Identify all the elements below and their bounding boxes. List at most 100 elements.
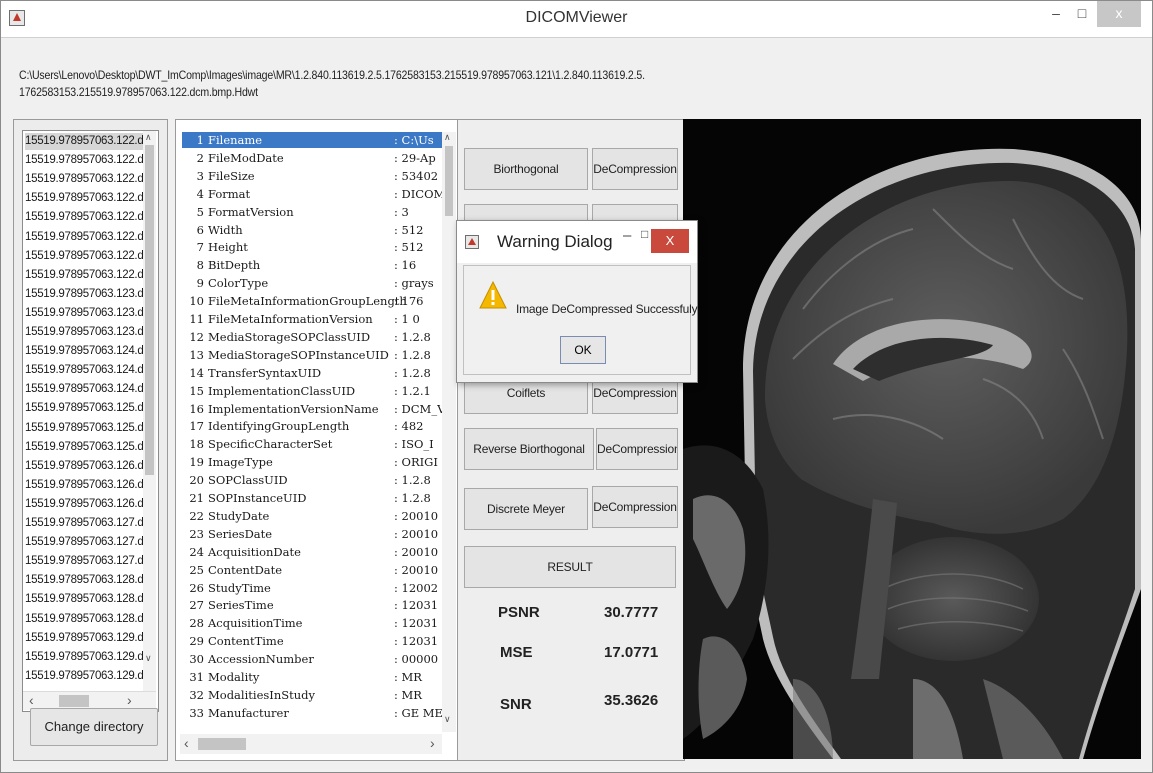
file-list-item[interactable]: 15519.978957063.122.dcm xyxy=(25,190,143,207)
scroll-down-icon[interactable]: ∨ xyxy=(145,653,152,664)
dicom-info-row[interactable]: 13 MediaStorageSOPInstanceUID: 1.2.8 xyxy=(182,347,442,363)
dicom-info-row[interactable]: 15 ImplementationClassUID: 1.2.1 xyxy=(182,383,442,399)
dicom-info-row[interactable]: 2 FileModDate: 29-Ap xyxy=(182,150,442,166)
dicom-info-key: 33 Manufacturer xyxy=(188,705,288,721)
dicom-info-key-text: ImplementationVersionName xyxy=(208,401,379,416)
dicom-info-row[interactable]: 11 FileMetaInformationVersion: 1 0 xyxy=(182,311,442,327)
file-list-hscroll-thumb[interactable] xyxy=(59,695,89,707)
dicom-info-row[interactable]: 31 Modality: MR xyxy=(182,669,442,685)
scroll-left-icon[interactable]: ‹ xyxy=(29,692,34,708)
file-list-item[interactable]: 15519.978957063.122.dcm xyxy=(25,171,143,188)
file-list-item[interactable]: 15519.978957063.129.dcm xyxy=(25,630,143,647)
file-list-item[interactable]: 15519.978957063.129.dcm xyxy=(25,649,143,666)
file-list-item[interactable]: 15519.978957063.128.dcm xyxy=(25,572,143,589)
maximize-button[interactable]: □ xyxy=(1069,1,1095,27)
dicom-info-row[interactable]: 9 ColorType: grays xyxy=(182,275,442,291)
dicom-info-row[interactable]: 32 ModalitiesInStudy: MR xyxy=(182,687,442,703)
file-list-vertical-scrollbar[interactable]: ∧ ∨ xyxy=(143,131,156,691)
file-list-item[interactable]: 15519.978957063.124.dcm xyxy=(25,343,143,360)
dicom-info-row[interactable]: 8 BitDepth: 16 xyxy=(182,257,442,273)
dicom-info-row[interactable]: 17 IdentifyingGroupLength: 482 xyxy=(182,418,442,434)
dicom-info-row[interactable]: 5 FormatVersion: 3 xyxy=(182,204,442,220)
file-list-item[interactable]: 15519.978957063.122.dcm xyxy=(25,133,143,150)
dicom-info-value: : 1 0 xyxy=(394,312,420,326)
dicom-info-row[interactable]: 27 SeriesTime: 12031 xyxy=(182,597,442,613)
file-list-item[interactable]: 15519.978957063.124.dcm xyxy=(25,381,143,398)
dicom-info-row[interactable]: 23 SeriesDate: 20010 xyxy=(182,526,442,542)
dicom-info-row[interactable]: 14 TransferSyntaxUID: 1.2.8 xyxy=(182,365,442,381)
scroll-up-icon[interactable]: ∧ xyxy=(145,132,152,143)
scroll-right-icon[interactable]: › xyxy=(127,692,132,708)
dicom-info-row[interactable]: 1 Filename: C:\Us xyxy=(182,132,442,148)
warning-message: Image DeCompressed Successfuly xyxy=(516,302,698,316)
file-list-item[interactable]: 15519.978957063.126.dcm xyxy=(25,458,143,475)
dicom-info-row[interactable]: 7 Height: 512 xyxy=(182,239,442,255)
biorthogonal-decompression-button[interactable]: DeCompression xyxy=(592,148,678,190)
dialog-maximize-button[interactable]: □ xyxy=(641,227,648,241)
info-vertical-scrollbar[interactable]: ∧ ∨ xyxy=(442,132,456,732)
info-horizontal-scrollbar[interactable]: ‹ › xyxy=(180,734,442,754)
scroll-right-icon[interactable]: › xyxy=(430,735,435,751)
discrete-meyer-decompression-button[interactable]: DeCompression xyxy=(592,486,678,528)
dicom-info-row[interactable]: 30 AccessionNumber: 00000 xyxy=(182,651,442,667)
dicom-info-index: 6 xyxy=(196,222,204,237)
scroll-left-icon[interactable]: ‹ xyxy=(184,735,189,751)
file-listbox[interactable]: ∧ ∨ ‹ › 15519.978957063.122.dcm 15519.978… xyxy=(22,130,159,712)
dicom-info-row[interactable]: 26 StudyTime: 12002 xyxy=(182,580,442,596)
file-list-item[interactable]: 15519.978957063.128.dcm xyxy=(25,611,143,628)
dicom-info-row[interactable]: 28 AcquisitionTime: 12031 xyxy=(182,615,442,631)
file-list-item[interactable]: 15519.978957063.125.dcm xyxy=(25,439,143,456)
dicom-info-row[interactable]: 10 FileMetaInformationGroupLength: 176 xyxy=(182,293,442,309)
dicom-info-row[interactable]: 33 Manufacturer: GE ME xyxy=(182,705,442,721)
file-list-item[interactable]: 15519.978957063.126.dcm xyxy=(25,477,143,494)
file-list-item[interactable]: 15519.978957063.126.dcm xyxy=(25,496,143,513)
file-list-item[interactable]: 15519.978957063.125.dcm xyxy=(25,400,143,417)
file-list-item[interactable]: 15519.978957063.127.dcm xyxy=(25,534,143,551)
ok-button[interactable]: OK xyxy=(560,336,606,364)
change-directory-button[interactable]: Change directory xyxy=(30,708,158,746)
file-list-item[interactable]: 15519.978957063.127.dcm xyxy=(25,553,143,570)
dialog-minimize-button[interactable]: – xyxy=(623,227,631,244)
dicom-info-row[interactable]: 6 Width: 512 xyxy=(182,222,442,238)
file-list-item[interactable]: 15519.978957063.122.dcm xyxy=(25,267,143,284)
dicom-info-row[interactable]: 29 ContentTime: 12031 xyxy=(182,633,442,649)
file-list-item[interactable]: 15519.978957063.127.dcm xyxy=(25,515,143,532)
file-list-item[interactable]: 15519.978957063.128.dcm xyxy=(25,591,143,608)
dialog-close-button[interactable]: X xyxy=(651,229,689,253)
dicom-info-row[interactable]: 18 SpecificCharacterSet: ISO_I xyxy=(182,436,442,452)
file-list-item[interactable]: 15519.978957063.122.dcm xyxy=(25,209,143,226)
file-list-item[interactable]: 15519.978957063.129.dcm xyxy=(25,668,143,685)
discrete-meyer-button[interactable]: Discrete Meyer xyxy=(464,488,588,530)
file-list-item[interactable]: 15519.978957063.125.dcm xyxy=(25,420,143,437)
dicom-info-row[interactable]: 20 SOPClassUID: 1.2.8 xyxy=(182,472,442,488)
info-hscroll-thumb[interactable] xyxy=(198,738,246,750)
dicom-info-row[interactable]: 25 ContentDate: 20010 xyxy=(182,562,442,578)
reverse-biorthogonal-button[interactable]: Reverse Biorthogonal xyxy=(464,428,594,470)
dicom-info-row[interactable]: 16 ImplementationVersionName: DCM_V xyxy=(182,401,442,417)
file-list-item[interactable]: 15519.978957063.122.dcm xyxy=(25,229,143,246)
dicom-info-key-text: SeriesDate xyxy=(208,526,273,541)
dicom-info-key-text: ContentTime xyxy=(208,634,284,649)
dicom-info-row[interactable]: 21 SOPInstanceUID: 1.2.8 xyxy=(182,490,442,506)
dicom-info-row[interactable]: 4 Format: DICOM xyxy=(182,186,442,202)
minimize-button[interactable]: – xyxy=(1043,1,1069,27)
file-list-item[interactable]: 15519.978957063.123.dcm xyxy=(25,324,143,341)
file-list-item[interactable]: 15519.978957063.122.dcm xyxy=(25,248,143,265)
result-button[interactable]: RESULT xyxy=(464,546,676,588)
file-list-item[interactable]: 15519.978957063.123.dcm xyxy=(25,305,143,322)
close-button[interactable]: x xyxy=(1097,1,1141,27)
file-list-item[interactable]: 15519.978957063.124.dcm xyxy=(25,362,143,379)
dicom-info-row[interactable]: 3 FileSize: 53402 xyxy=(182,168,442,184)
scroll-down-icon[interactable]: ∨ xyxy=(444,714,451,725)
file-list-scroll-thumb[interactable] xyxy=(145,145,154,475)
scroll-up-icon[interactable]: ∧ xyxy=(444,132,451,143)
file-list-item[interactable]: 15519.978957063.122.dcm xyxy=(25,152,143,169)
info-scroll-thumb[interactable] xyxy=(445,146,453,216)
biorthogonal-button[interactable]: Biorthogonal xyxy=(464,148,588,190)
reverse-biorthogonal-decompression-button[interactable]: DeCompression xyxy=(596,428,678,470)
dicom-info-row[interactable]: 22 StudyDate: 20010 xyxy=(182,508,442,524)
file-list-item[interactable]: 15519.978957063.123.dcm xyxy=(25,286,143,303)
dicom-info-row[interactable]: 12 MediaStorageSOPClassUID: 1.2.8 xyxy=(182,329,442,345)
dicom-info-row[interactable]: 24 AcquisitionDate: 20010 xyxy=(182,544,442,560)
dicom-info-row[interactable]: 19 ImageType: ORIGI xyxy=(182,454,442,470)
